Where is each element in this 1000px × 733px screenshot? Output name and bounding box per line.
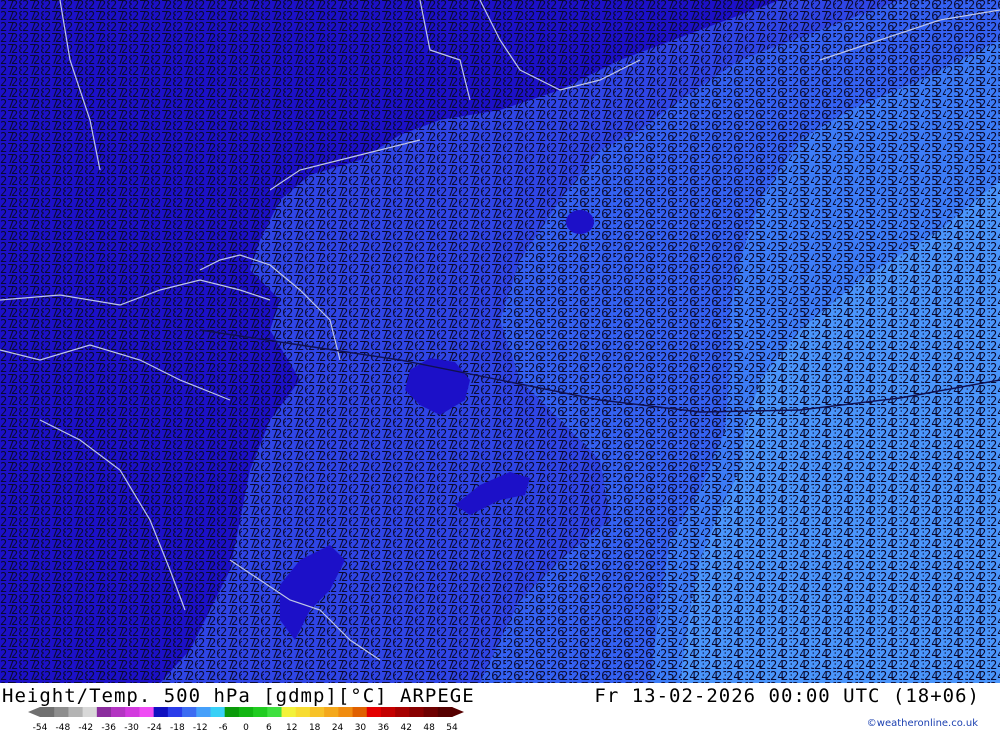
scale-swatch [352,707,368,717]
scale-swatch [196,707,211,717]
scale-right-arrow [452,707,464,717]
scale-swatch [139,707,155,717]
scale-swatch [224,707,240,717]
scale-swatch [153,707,169,717]
scale-tick-label: 12 [286,723,297,733]
scale-tick-label: 18 [309,723,321,733]
scale-tick-label: -54 [33,723,48,733]
scale-tick-label: 42 [400,723,411,733]
scale-swatch [167,707,183,717]
scale-tick-label: -24 [147,723,162,733]
scale-swatch [324,707,339,717]
scale-swatch [366,707,382,717]
scale-tick-label: -6 [219,723,228,733]
scale-swatch [111,707,126,717]
color-scale-legend: -54 -48 -42 -36 -30 -24 -18 -12 -6 0 6 12 18 24 30 36 42… [28,707,464,733]
scale-swatch [338,707,354,717]
temperature-field-map: 27 28 27 26 26 25 25 24 24 23 [0,0,1000,683]
scale-tick-label: -30 [124,723,139,733]
scale-tick-label: 54 [446,723,458,733]
scale-swatch [40,707,55,717]
scale-swatch [295,707,311,717]
scale-tick-label: 6 [266,723,272,733]
scale-swatch [182,707,197,717]
scale-swatch [423,707,439,717]
scale-tick-label: 24 [332,723,344,733]
scale-swatch [437,707,453,717]
scale-swatch [253,707,268,717]
credit-link[interactable]: ©weatheronline.co.uk [867,718,978,729]
scale-tick-label: -42 [78,723,93,733]
scale-swatch [125,707,140,717]
scale-swatch [267,707,283,717]
scale-swatch [409,707,425,717]
scale-tick-label: -18 [170,723,185,733]
scale-swatch [238,707,254,717]
map-title: Height/Temp. 500 hPa [gdmp][°C] ARPEGE [2,685,475,707]
scale-left-arrow [28,707,40,717]
scale-tick-label: 36 [378,723,390,733]
scale-tick-label: 48 [423,723,435,733]
scale-tick-label: -12 [193,723,208,733]
scale-swatch [82,707,98,717]
scale-swatch [54,707,69,717]
scale-tick-label: -36 [101,723,116,733]
info-bar: Height/Temp. 500 hPa [gdmp][°C] ARPEGE F… [0,683,1000,733]
scale-swatch [96,707,112,717]
scale-swatch [309,707,325,717]
scale-swatch [395,707,410,717]
scale-swatch [68,707,84,717]
valid-datetime: Fr 13-02-2026 00:00 UTC (18+06) [594,685,980,707]
scale-swatch [210,707,226,717]
scale-swatch [380,707,396,717]
scale-tick-label: -48 [56,723,71,733]
scale-tick-label: 30 [355,723,367,733]
scale-tick-label: 0 [243,723,249,733]
scale-swatch [281,707,297,717]
weather-map: 27 28 27 26 26 25 25 24 24 23 [0,0,1000,683]
